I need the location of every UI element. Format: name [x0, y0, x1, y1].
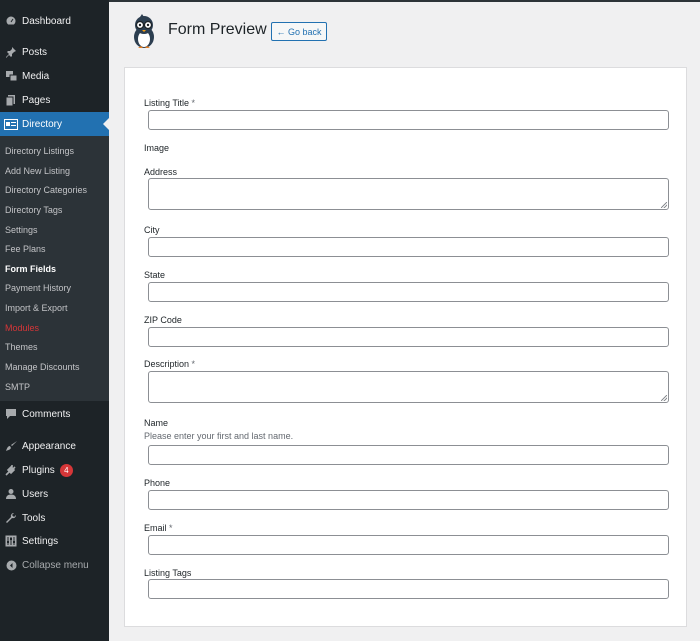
email-input[interactable] — [148, 535, 669, 555]
city-input[interactable] — [148, 237, 669, 257]
field-label-image: Image — [144, 143, 170, 153]
directory-submenu: Directory Listings Add New Listing Direc… — [0, 136, 109, 401]
sidebar-item-label: Appearance — [22, 440, 76, 452]
listing-tags-input[interactable] — [148, 579, 669, 599]
sidebar-item-label: Posts — [22, 46, 48, 58]
dashboard-icon — [0, 15, 22, 27]
wrench-icon — [0, 512, 22, 524]
sidebar-item-label: Pages — [22, 94, 51, 106]
phone-input[interactable] — [148, 490, 669, 510]
submenu-item-form-fields[interactable]: Form Fields — [5, 261, 56, 277]
state-input[interactable] — [148, 282, 669, 302]
sidebar-item-directory[interactable]: Directory — [0, 112, 109, 136]
paintbrush-icon — [0, 440, 22, 452]
sidebar-item-comments[interactable]: Comments — [0, 402, 109, 426]
submenu-item-fee-plans[interactable]: Fee Plans — [5, 241, 46, 257]
listing-title-input[interactable] — [148, 110, 669, 130]
description-textarea[interactable] — [148, 371, 669, 403]
submenu-item-themes[interactable]: Themes — [5, 339, 38, 355]
submenu-item-manage-discounts[interactable]: Manage Discounts — [5, 359, 80, 375]
admin-sidebar: Dashboard Posts Media Pages Directory Di… — [0, 0, 109, 641]
zip-code-input[interactable] — [148, 327, 669, 347]
submenu-item-settings[interactable]: Settings — [5, 222, 38, 238]
form-preview-card: Listing Title * Image Address City State… — [124, 67, 687, 627]
sidebar-item-appearance[interactable]: Appearance — [0, 434, 109, 458]
field-label-description: Description * — [144, 359, 195, 369]
submenu-item-payment-history[interactable]: Payment History — [5, 280, 71, 296]
field-label-phone: Phone — [144, 478, 171, 488]
collapse-icon — [0, 560, 22, 571]
sidebar-item-label: Comments — [22, 408, 71, 420]
submenu-item-add-new-listing[interactable]: Add New Listing — [5, 163, 70, 179]
address-textarea[interactable] — [148, 178, 669, 210]
plugin-icon — [0, 464, 22, 476]
collapse-menu-button[interactable]: Collapse menu — [0, 553, 109, 577]
sidebar-item-label: Directory — [22, 118, 63, 130]
submenu-item-modules[interactable]: Modules — [5, 320, 39, 336]
sidebar-item-pages[interactable]: Pages — [0, 88, 109, 112]
go-back-button[interactable]: ← Go back — [271, 22, 327, 41]
sidebar-item-label: Settings — [22, 535, 59, 547]
sidebar-item-label: Media — [22, 70, 50, 82]
field-label-zip-code: ZIP Code — [144, 315, 182, 325]
field-label-city: City — [144, 225, 160, 235]
field-label-text: Email — [144, 523, 167, 533]
resize-grip-icon[interactable] — [661, 202, 667, 208]
submenu-item-directory-listings[interactable]: Directory Listings — [5, 143, 74, 159]
field-label-listing-tags: Listing Tags — [144, 568, 192, 578]
field-label-state: State — [144, 270, 166, 280]
pushpin-icon — [0, 46, 22, 58]
field-description-name: Please enter your first and last name. — [144, 431, 294, 441]
sidebar-item-label: Dashboard — [22, 15, 71, 27]
field-label-text: Listing Title — [144, 98, 190, 108]
required-marker: * — [191, 359, 196, 369]
pages-icon — [0, 94, 22, 106]
plugins-update-badge: 4 — [59, 463, 73, 477]
required-marker: * — [191, 98, 196, 108]
sidebar-item-label: Tools — [22, 512, 46, 524]
submenu-item-smtp[interactable]: SMTP — [5, 379, 30, 395]
sidebar-item-users[interactable]: Users — [0, 482, 109, 506]
sidebar-item-label: Plugins — [22, 464, 55, 476]
active-indicator-arrow — [103, 118, 109, 130]
id-card-icon — [0, 118, 22, 130]
comment-icon — [0, 408, 22, 420]
field-label-email: Email * — [144, 523, 173, 533]
sidebar-item-dashboard[interactable]: Dashboard — [0, 9, 109, 33]
sidebar-item-tools[interactable]: Tools — [0, 506, 109, 530]
resize-grip-icon[interactable] — [661, 395, 667, 401]
field-label-name: Name — [144, 418, 169, 428]
submenu-item-directory-tags[interactable]: Directory Tags — [5, 202, 62, 218]
sidebar-item-settings[interactable]: Settings — [0, 529, 109, 553]
name-input[interactable] — [148, 445, 669, 465]
user-icon — [0, 488, 22, 500]
plugin-mascot-logo — [128, 14, 160, 50]
required-marker: * — [169, 523, 173, 533]
submenu-item-import-export[interactable]: Import & Export — [5, 300, 68, 316]
page-title: Form Preview — [168, 21, 267, 38]
field-label-listing-title: Listing Title * — [144, 98, 195, 108]
field-label-address: Address — [144, 167, 178, 177]
sidebar-item-plugins[interactable]: Plugins 4 — [0, 458, 109, 482]
field-label-text: Description — [144, 359, 190, 369]
sidebar-item-media[interactable]: Media — [0, 64, 109, 88]
settings-sliders-icon — [0, 535, 22, 547]
sidebar-item-label: Users — [22, 488, 49, 500]
sidebar-item-label: Collapse menu — [22, 559, 89, 571]
sidebar-item-posts[interactable]: Posts — [0, 40, 109, 64]
media-icon — [0, 70, 22, 82]
submenu-item-directory-categories[interactable]: Directory Categories — [5, 182, 87, 198]
